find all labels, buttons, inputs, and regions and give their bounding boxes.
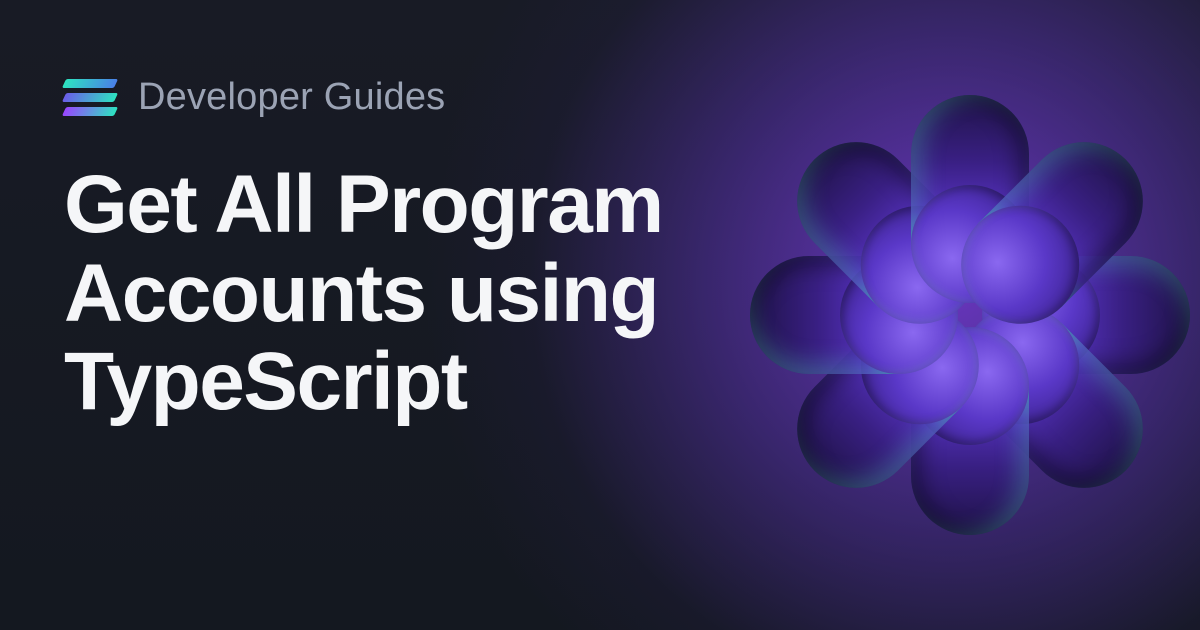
header: Developer Guides (64, 76, 1136, 119)
solana-logo-icon (64, 79, 116, 116)
page-title: Get All Program Accounts using TypeScrip… (64, 161, 824, 427)
content-container: Developer Guides Get All Program Account… (0, 0, 1200, 630)
category-label: Developer Guides (138, 76, 445, 119)
